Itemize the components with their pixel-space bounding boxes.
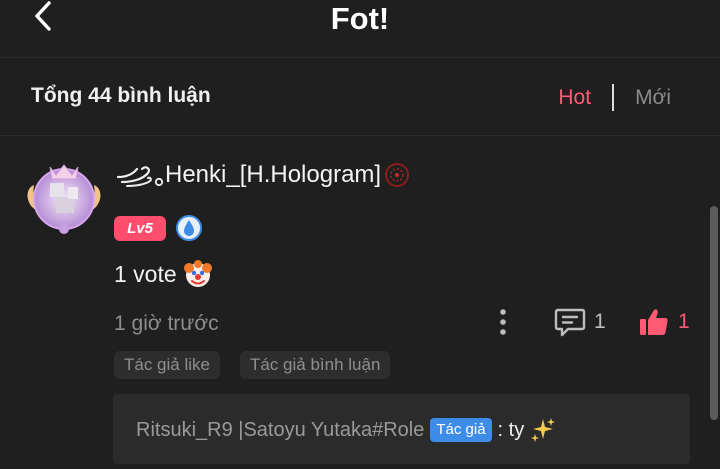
comment-icon: [554, 308, 586, 337]
like-button[interactable]: 1: [638, 307, 690, 337]
author-liked-tag: Tác giả like: [114, 351, 220, 379]
comment-username-row[interactable]: Henki_[H.Hologram]: [115, 161, 411, 189]
author-replied-tag: Tác giả bình luận: [239, 351, 391, 379]
decor-emblem-icon: [385, 163, 410, 187]
reply-text: : ty: [497, 418, 525, 441]
user-badges: Lv5: [114, 215, 202, 241]
level-badge: Lv5: [114, 215, 166, 241]
sort-toggle: Hot Mới: [558, 84, 671, 111]
avatar[interactable]: [24, 157, 104, 237]
more-vertical-icon: [500, 309, 506, 335]
sort-hot-tab[interactable]: Hot: [558, 86, 591, 110]
reply-count: 1: [594, 310, 606, 333]
reply-preview[interactable]: Ritsuki_R9 |Satoyu Yutaka#Role Tác giả :…: [113, 394, 690, 464]
reply-author[interactable]: Ritsuki_R9 |Satoyu Yutaka#Role: [136, 419, 424, 442]
reply-line: Ritsuki_R9 |Satoyu Yutaka#Role Tác giả :…: [136, 417, 556, 443]
water-drop-badge-icon: [176, 215, 202, 241]
comment-text: 1 vote: [114, 260, 177, 287]
comment-timestamp: 1 giờ trước: [114, 312, 219, 335]
more-options-button[interactable]: [494, 307, 512, 337]
wind-icon: [116, 166, 164, 187]
like-count: 1: [678, 310, 690, 333]
comment-item: Henki_[H.Hologram] Lv5 1 vote 1 giờ trướ…: [0, 137, 710, 469]
clown-face-icon: [183, 260, 212, 287]
thumbs-up-icon: [640, 309, 668, 335]
comment-username: Henki_[H.Hologram]: [165, 161, 382, 188]
total-comments-label: Tổng 44 bình luận: [31, 84, 211, 107]
author-tags: Tác giả like Tác giả bình luận: [114, 351, 391, 379]
author-badge: Tác giả: [430, 418, 492, 442]
page-title: Fot!: [330, 1, 390, 36]
comments-header: Tổng 44 bình luận Hot Mới: [0, 59, 720, 136]
sort-new-tab[interactable]: Mới: [635, 86, 671, 110]
top-bar: Fot!: [0, 0, 720, 58]
avatar-frame-icon: [27, 164, 101, 234]
sort-divider: [612, 84, 615, 111]
scrollbar-thumb[interactable]: [710, 206, 718, 420]
comment-content-row: 1 vote: [114, 259, 213, 289]
sparkles-icon: [531, 418, 556, 442]
reply-button[interactable]: 1: [554, 307, 606, 337]
